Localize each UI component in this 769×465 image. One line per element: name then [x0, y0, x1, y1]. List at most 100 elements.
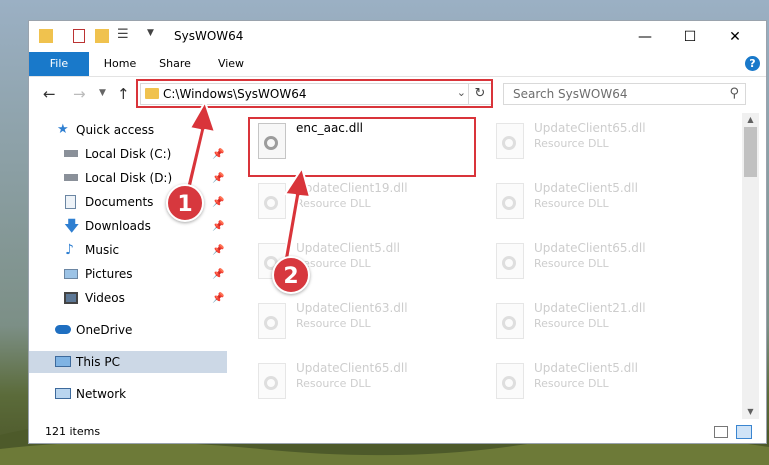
file-name: UpdateClient5.dll — [534, 181, 638, 195]
scroll-thumb[interactable] — [744, 127, 757, 177]
file-name: UpdateClient65.dll — [296, 361, 408, 375]
dll-file-icon — [258, 303, 286, 339]
file-item[interactable]: UpdateClient65.dll Resource DLL — [486, 235, 716, 291]
pin-icon[interactable]: 📌 — [212, 240, 224, 262]
scroll-up-icon[interactable]: ▲ — [742, 113, 759, 127]
sidebar-item-onedrive[interactable]: OneDrive — [29, 319, 227, 341]
file-name: UpdateClient5.dll — [534, 361, 638, 375]
close-button[interactable]: ✕ — [713, 21, 757, 52]
help-icon[interactable]: ? — [745, 56, 760, 71]
tab-share[interactable]: Share — [153, 52, 197, 76]
file-highlight — [248, 117, 476, 177]
status-bar: 121 items — [29, 421, 766, 443]
drive-icon — [64, 150, 78, 157]
file-item[interactable]: UpdateClient63.dll Resource DLL — [248, 295, 478, 351]
tab-home[interactable]: Home — [97, 52, 143, 76]
file-description: Resource DLL — [534, 137, 609, 150]
forward-arrow-icon[interactable]: → — [73, 85, 86, 103]
sidebar-item-music[interactable]: ♪ Music 📌 — [29, 239, 227, 261]
pin-icon[interactable]: 📌 — [212, 264, 224, 286]
file-name: UpdateClient21.dll — [534, 301, 646, 315]
file-name: UpdateClient5.dll — [296, 241, 400, 255]
sidebar-item-label: OneDrive — [76, 323, 133, 337]
pictures-icon — [64, 269, 78, 279]
sidebar-item-label: Videos — [85, 291, 125, 305]
recent-locations-icon[interactable]: ▼ — [99, 88, 106, 98]
details-view-icon[interactable] — [714, 426, 728, 438]
dll-file-icon — [258, 363, 286, 399]
file-description: Resource DLL — [534, 377, 609, 390]
file-description: Resource DLL — [296, 317, 371, 330]
file-item[interactable]: UpdateClient5.dll Resource DLL — [486, 355, 716, 411]
scroll-down-icon[interactable]: ▼ — [742, 405, 759, 419]
window-title: SysWOW64 — [174, 29, 244, 43]
documents-icon — [65, 195, 76, 209]
tab-view[interactable]: View — [209, 52, 253, 76]
dll-file-icon — [496, 183, 524, 219]
pin-icon[interactable]: 📌 — [212, 168, 224, 190]
sidebar-item-label: Pictures — [85, 267, 133, 281]
star-icon: ★ — [57, 122, 69, 137]
music-icon: ♪ — [65, 242, 74, 258]
file-name: UpdateClient65.dll — [534, 241, 646, 255]
sidebar-item-network[interactable]: Network — [29, 383, 227, 405]
tab-file[interactable]: File — [29, 52, 89, 76]
step-2-badge: 2 — [272, 256, 310, 294]
pin-icon[interactable]: 📌 — [212, 144, 224, 166]
vertical-scrollbar[interactable]: ▲ ▼ — [742, 113, 759, 419]
folder-icon — [39, 29, 53, 43]
minimize-button[interactable]: — — [623, 21, 667, 52]
title-bar: ☰ ▼ SysWOW64 — ☐ ✕ — [29, 21, 766, 52]
sidebar-item-pictures[interactable]: Pictures 📌 — [29, 263, 227, 285]
sidebar-item-label: Music — [85, 243, 120, 257]
sidebar-item-quick-access[interactable]: ★ Quick access — [29, 119, 227, 141]
pin-icon[interactable]: 📌 — [212, 192, 224, 214]
sidebar-item-label: Quick access — [76, 123, 155, 137]
up-arrow-icon[interactable]: ↑ — [117, 85, 130, 103]
network-icon — [55, 388, 71, 399]
navigation-pane: ★ Quick access Local Disk (C:) 📌 Local D… — [29, 113, 227, 419]
drive-icon — [64, 174, 78, 181]
sidebar-item-label: Network — [76, 387, 127, 401]
toolbar-dropdown-icon[interactable]: ▼ — [147, 28, 154, 38]
new-folder-icon[interactable] — [95, 29, 109, 43]
videos-icon — [64, 292, 78, 304]
file-name: UpdateClient19.dll — [296, 181, 408, 195]
item-count: 121 items — [45, 425, 101, 438]
address-bar-highlight — [136, 79, 493, 108]
file-name: UpdateClient65.dll — [534, 121, 646, 135]
file-name: UpdateClient63.dll — [296, 301, 408, 315]
large-icons-view-icon[interactable] — [736, 425, 752, 439]
sidebar-item-local-disk-c[interactable]: Local Disk (C:) 📌 — [29, 143, 227, 165]
sidebar-item-label: Local Disk (D:) — [85, 171, 173, 185]
search-icon: ⚲ — [729, 86, 739, 101]
ribbon-tabs: File Home Share View ? — [29, 52, 766, 77]
maximize-button[interactable]: ☐ — [668, 21, 712, 52]
dll-file-icon — [496, 243, 524, 279]
sidebar-item-videos[interactable]: Videos 📌 — [29, 287, 227, 309]
file-description: Resource DLL — [534, 197, 609, 210]
download-icon: 🡇 — [64, 217, 80, 235]
dll-file-icon — [496, 363, 524, 399]
sidebar-item-label: Downloads — [85, 219, 151, 233]
sidebar-item-downloads[interactable]: 🡇 Downloads 📌 — [29, 215, 227, 237]
file-item[interactable]: UpdateClient19.dll Resource DLL — [248, 175, 478, 231]
step-1-badge: 1 — [166, 184, 204, 222]
file-item[interactable]: UpdateClient65.dll Resource DLL — [248, 355, 478, 411]
search-input[interactable]: Search SysWOW64 ⚲ — [503, 83, 746, 105]
pin-icon[interactable]: 📌 — [212, 216, 224, 238]
properties-icon[interactable] — [73, 29, 85, 43]
sidebar-item-local-disk-d[interactable]: Local Disk (D:) 📌 — [29, 167, 227, 189]
file-description: Resource DLL — [534, 257, 609, 270]
file-item[interactable]: UpdateClient21.dll Resource DLL — [486, 295, 716, 351]
customize-toolbar-icon[interactable]: ☰ — [117, 27, 129, 42]
back-arrow-icon[interactable]: ← — [43, 85, 56, 103]
sidebar-item-this-pc[interactable]: This PC — [29, 351, 227, 373]
dll-file-icon — [496, 303, 524, 339]
dll-file-icon — [258, 183, 286, 219]
computer-icon — [55, 356, 71, 367]
pin-icon[interactable]: 📌 — [212, 288, 224, 310]
file-description: Resource DLL — [534, 317, 609, 330]
file-item[interactable]: UpdateClient65.dll Resource DLL — [486, 115, 716, 171]
file-item[interactable]: UpdateClient5.dll Resource DLL — [486, 175, 716, 231]
